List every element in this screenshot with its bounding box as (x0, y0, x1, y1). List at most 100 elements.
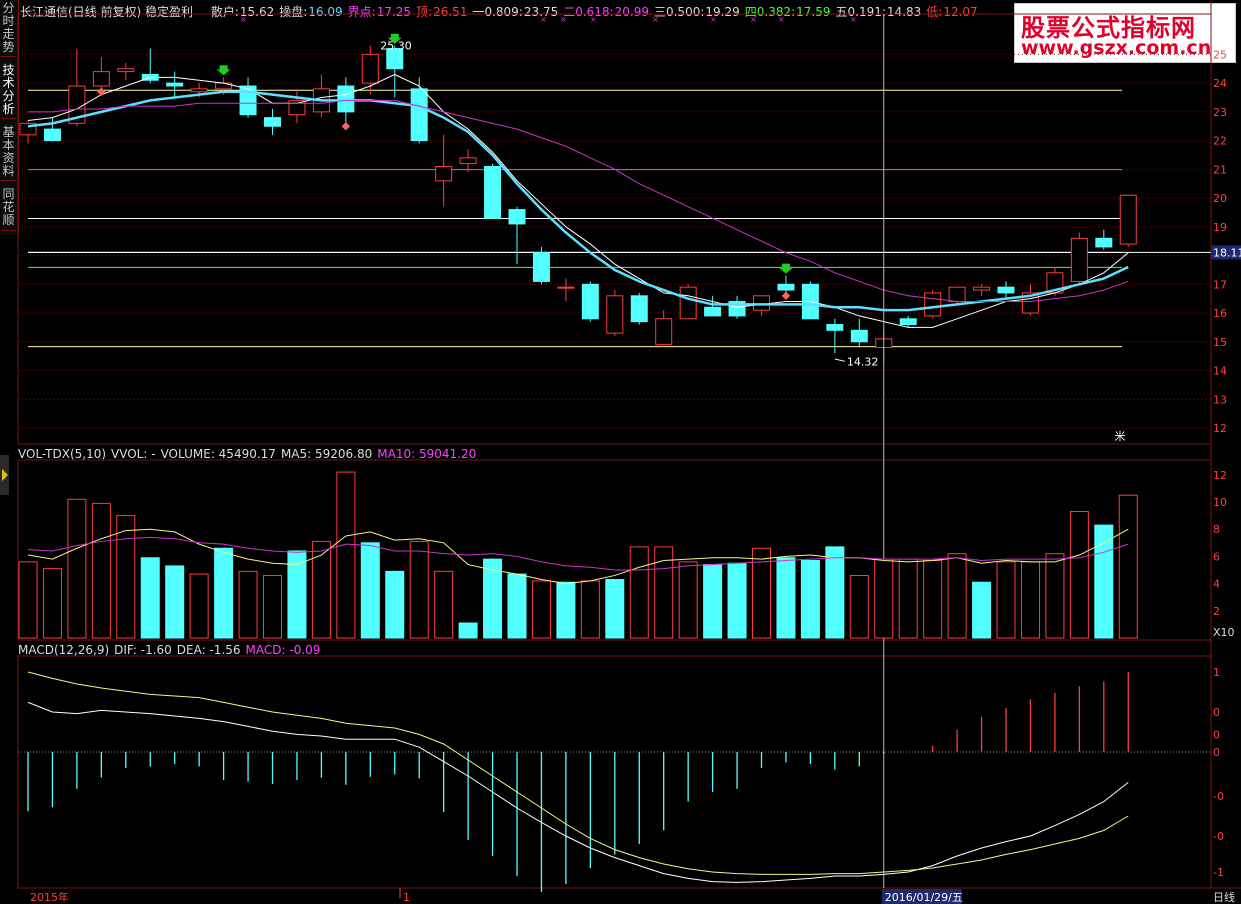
macd-tick-label: 1 (1213, 666, 1220, 679)
candle-down (1095, 237, 1113, 248)
tick-marker: × (560, 15, 567, 24)
candle-down (777, 283, 795, 291)
sell-marker-icon (781, 291, 791, 301)
volume-bar-down (507, 573, 527, 639)
candle-up (117, 68, 135, 73)
volume-bar-down (385, 570, 405, 639)
corner-mark: 米 (1115, 430, 1126, 443)
price-tick-label: 17 (1213, 278, 1227, 291)
candle-down (850, 329, 868, 343)
candle-down (532, 252, 550, 282)
chart-canvas[interactable]: 252423222120191817161514131218.1125.3014… (0, 0, 1241, 904)
volume-bar-up (947, 553, 967, 639)
price-tick-label: 22 (1213, 135, 1227, 148)
macd-tick-label: -0 (1213, 790, 1224, 803)
ma-line (28, 99, 1129, 303)
volume-bar-up (263, 574, 282, 639)
volume-bar-up (1020, 561, 1040, 639)
price-tick-label: 23 (1213, 106, 1227, 119)
volume-bar-down (458, 622, 478, 639)
macd-tick-label: 0 (1213, 706, 1220, 719)
volume-bar-up (629, 546, 649, 639)
volume-tick-label: 8 (1213, 523, 1220, 536)
volume-tick-label: 12 (1213, 469, 1227, 482)
volume-tick-label: 2 (1213, 605, 1220, 618)
price-tick-label: 15 (1213, 336, 1227, 349)
candle-down (581, 283, 599, 320)
volume-bar-up (409, 540, 429, 639)
tick-marker: × (750, 15, 757, 24)
candle-up (557, 286, 575, 289)
buy-arrow-icon (216, 65, 231, 76)
volume-bar-down (776, 557, 796, 639)
volume-unit-label: X10 (1213, 626, 1235, 639)
volume-tick-label: 6 (1213, 550, 1220, 563)
candle-up (435, 165, 453, 182)
candle-up (459, 157, 477, 165)
candle-up (655, 318, 673, 346)
macd-tick-label: -1 (1213, 866, 1224, 879)
volume-bar-up (91, 502, 111, 639)
macd-tick-label: -0 (1213, 830, 1224, 843)
candle-down (630, 295, 648, 323)
ma-line (27, 90, 1129, 312)
buy-arrow-icon (778, 263, 793, 274)
volume-bar-up (116, 515, 136, 639)
candle-up (948, 286, 966, 303)
volume-bar-down (1094, 524, 1114, 639)
price-tick-label: 19 (1213, 221, 1227, 234)
price-tick-label: 13 (1213, 393, 1227, 406)
volume-bar-up (1118, 494, 1138, 639)
volume-bar-up (678, 561, 698, 639)
panel-frame (17, 13, 1212, 445)
cursor-date-label: 2016/01/29/五 (885, 891, 963, 904)
macd-tick-label: 0 (1213, 746, 1220, 759)
candle-up (924, 292, 942, 317)
volume-bar-up (67, 498, 87, 639)
sell-marker-icon (97, 87, 106, 96)
candle-down (826, 324, 844, 331)
volume-bar-up (898, 558, 918, 639)
candle-up (288, 99, 306, 116)
candle-up (606, 295, 624, 334)
candle-down (239, 85, 257, 116)
volume-bar-down (727, 562, 747, 639)
volume-bar-up (849, 574, 869, 639)
month-label: 1 (403, 891, 410, 904)
candle-down (484, 165, 502, 219)
candle-down (997, 286, 1015, 294)
volume-bar-up (336, 471, 356, 639)
volume-bar-down (140, 557, 160, 639)
price-tick-label: 20 (1213, 192, 1227, 205)
price-tick-label: 12 (1213, 422, 1227, 435)
candle-up (190, 88, 208, 93)
volume-bar-up (531, 580, 551, 639)
candle-down (43, 128, 61, 142)
candle-up (1070, 237, 1088, 282)
volume-bar-up (1045, 553, 1065, 639)
volume-bar-up (580, 580, 600, 639)
volume-bar-down (800, 559, 820, 639)
low-pointer-line (834, 358, 845, 362)
dea-line (27, 671, 1129, 875)
tick-marker: × (778, 15, 785, 24)
price-tick-label: 25 (1213, 48, 1227, 61)
volume-bar-up (42, 568, 62, 639)
volume-tick-label: 4 (1213, 578, 1220, 591)
volume-bar-up (923, 559, 943, 639)
tick-marker: × (652, 15, 659, 24)
sell-marker-icon (341, 121, 351, 131)
volume-bar-down (605, 579, 625, 639)
volume-bar-up (434, 570, 454, 639)
volume-bar-down (556, 581, 576, 639)
candle-up (92, 71, 110, 87)
tick-marker: × (710, 15, 717, 24)
volume-bar-down (165, 565, 185, 639)
tick-marker: × (850, 15, 857, 24)
candle-up (973, 286, 991, 291)
period-label: 日线 (1213, 890, 1235, 904)
candle-down (899, 318, 917, 326)
candle-up (679, 286, 697, 320)
volume-bar-up (189, 573, 209, 639)
candle-down (264, 117, 281, 127)
